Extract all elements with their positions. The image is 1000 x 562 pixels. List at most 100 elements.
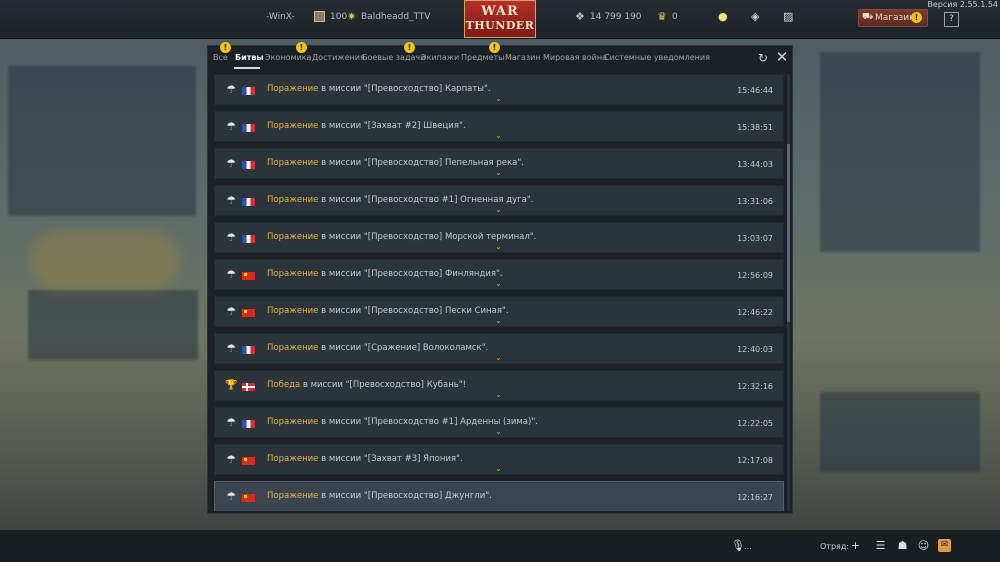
battle-result: Поражение <box>267 232 319 242</box>
chevron-down-icon[interactable]: ⌄ <box>495 95 502 103</box>
parachute-icon: ☂ <box>226 342 236 355</box>
mission-name: в миссии "[Захват #3] Япония". <box>318 454 463 464</box>
tab-battle-tasks-warning-icon: ! <box>404 42 415 53</box>
tab-items[interactable]: Предметы <box>461 53 504 62</box>
notification-time: 12:17:08 <box>737 456 773 465</box>
notification-row[interactable]: 🏆 Победа в миссии "[Превосходство] Кубань… <box>214 370 784 401</box>
background-right-panel <box>820 52 980 252</box>
mission-name: в миссии "[Превосходство #1] Арденны (зи… <box>318 417 538 427</box>
chat-icon[interactable]: ☺ <box>917 539 930 552</box>
country-flag-fr-icon <box>242 346 255 354</box>
avatar[interactable] <box>314 11 325 22</box>
tab-shop[interactable]: Магазин <box>505 53 541 62</box>
microphone-icon[interactable]: 🎙 <box>731 539 745 552</box>
notification-time: 12:32:16 <box>737 382 773 391</box>
notification-text: Поражение в миссии "[Сражение] Волоколам… <box>267 343 488 353</box>
battle-result: Поражение <box>267 454 319 464</box>
battle-result: Поражение <box>267 306 319 316</box>
coupon-icon[interactable]: ▨ <box>783 10 793 23</box>
trophy-icon: 🏆 <box>225 380 238 391</box>
contacts-icon[interactable]: ☗ <box>896 539 909 552</box>
notification-row[interactable]: ☂ Поражение в миссии "[Превосходство] Джу… <box>214 481 784 511</box>
notification-text: Поражение в миссии "[Превосходство] Морс… <box>267 232 536 242</box>
tab-system-notifications[interactable]: Системные уведомления <box>604 53 710 62</box>
notification-time: 15:38:51 <box>737 123 773 132</box>
notification-row[interactable]: ☂ Поражение в миссии "[Превосходство] Кар… <box>214 74 784 105</box>
country-flag-fr-icon <box>242 87 255 95</box>
notification-row[interactable]: ☂ Поражение в миссии "[Превосходство] Мор… <box>214 222 784 253</box>
tab-economy[interactable]: Экономика <box>265 53 311 62</box>
scrollbar[interactable] <box>787 74 790 511</box>
notification-text: Победа в миссии "[Превосходство] Кубань"… <box>267 380 466 390</box>
notification-text: Поражение в миссии "[Превосходство] Карп… <box>267 84 491 94</box>
chevron-down-icon[interactable]: ⌄ <box>495 206 502 214</box>
parachute-icon: ☂ <box>226 120 236 133</box>
war-thunder-logo[interactable]: WAR THUNDER <box>464 0 536 38</box>
notification-text: Поражение в миссии "[Превосходство] Песк… <box>267 306 509 316</box>
country-flag-fr-icon <box>242 235 255 243</box>
lightbulb-icon[interactable]: ● <box>718 10 728 23</box>
notification-time: 12:40:03 <box>737 345 773 354</box>
chevron-down-icon[interactable]: ⌄ <box>495 317 502 325</box>
battle-result: Поражение <box>267 491 319 501</box>
top-bar: -WinX- 100 ✷ Baldheadd_TTV WAR THUNDER ❖… <box>0 0 1000 39</box>
shop-label: Магазин <box>875 13 916 23</box>
chevron-down-icon[interactable]: ⌄ <box>495 354 502 362</box>
logo-line-1: WAR <box>481 4 519 19</box>
squad-label: Отряд: <box>820 542 850 551</box>
player-name[interactable]: Baldheadd_TTV <box>361 12 431 22</box>
chevron-down-icon[interactable]: ⌄ <box>495 243 502 251</box>
mission-name: в миссии "[Превосходство] Карпаты". <box>318 84 491 94</box>
tab-world-war[interactable]: Мировая война <box>543 53 607 62</box>
silver-lions-balance[interactable]: 14 799 190 <box>590 12 642 22</box>
tab-battles[interactable]: Битвы <box>235 53 264 62</box>
help-button[interactable]: ? <box>944 12 959 27</box>
mission-name: в миссии "[Превосходство] Джунгли". <box>318 491 492 501</box>
notification-row[interactable]: ☂ Поражение в миссии "[Захват #2] Швеция"… <box>214 111 784 142</box>
notification-row[interactable]: ☂ Поражение в миссии "[Превосходство #1] … <box>214 185 784 216</box>
notification-row[interactable]: ☂ Поражение в миссии "[Превосходство] Пес… <box>214 296 784 327</box>
chevron-down-icon[interactable]: ⌄ <box>495 428 502 436</box>
tab-achievements[interactable]: Достижения <box>312 53 365 62</box>
player-left[interactable]: -WinX- <box>266 12 295 22</box>
notification-row[interactable]: ☂ Поражение в миссии "[Превосходство] Пеп… <box>214 148 784 179</box>
bottom-bar: 🎙 ... Отряд: + ☰ ☗ ☺ ✉ <box>0 530 1000 562</box>
country-flag-cn-icon <box>242 272 255 280</box>
close-icon[interactable]: ✕ <box>775 50 789 65</box>
parachute-icon: ☂ <box>226 453 236 466</box>
parachute-icon: ☂ <box>226 83 236 96</box>
trophy-box-icon[interactable]: ◈ <box>751 10 759 23</box>
country-flag-fr-icon <box>242 420 255 428</box>
notification-row[interactable]: ☂ Поражение в миссии "[Превосходство] Фин… <box>214 259 784 290</box>
chevron-down-icon[interactable]: ⌄ <box>495 280 502 288</box>
refresh-icon[interactable]: ↻ <box>756 51 770 65</box>
mission-name: в миссии "[Захват #2] Швеция". <box>318 121 466 131</box>
chevron-down-icon[interactable]: ⌄ <box>495 391 502 399</box>
voice-chat-label[interactable]: ... <box>744 542 752 551</box>
parachute-icon: ☂ <box>226 231 236 244</box>
mission-name: в миссии "[Сражение] Волоколамск". <box>318 343 489 353</box>
notification-row[interactable]: ☂ Поражение в миссии "[Превосходство #1] … <box>214 407 784 438</box>
golden-eagles-balance[interactable]: 0 <box>672 12 678 22</box>
notification-time: 12:56:09 <box>737 271 773 280</box>
chevron-down-icon[interactable]: ⌄ <box>495 465 502 473</box>
golden-eagles-icon: ♛ <box>657 10 667 23</box>
notification-text: Поражение в миссии "[Превосходство] Пепе… <box>267 158 524 168</box>
notification-row[interactable]: ☂ Поражение в миссии "[Сражение] Волокола… <box>214 333 784 364</box>
battle-result: Поражение <box>267 343 319 353</box>
silver-lions-icon: ❖ <box>575 10 585 23</box>
tab-all[interactable]: Все <box>213 53 228 62</box>
parachute-icon: ☂ <box>226 305 236 318</box>
battle-notifications-list: ☂ Поражение в миссии "[Превосходство] Кар… <box>214 74 784 511</box>
battle-result: Поражение <box>267 84 319 94</box>
add-squad-member-icon[interactable]: + <box>849 539 862 552</box>
mail-icon[interactable]: ✉ <box>938 539 951 552</box>
notification-text: Поражение в миссии "[Захват #2] Швеция". <box>267 121 466 131</box>
list-icon[interactable]: ☰ <box>874 539 887 552</box>
chevron-down-icon[interactable]: ⌄ <box>495 132 502 140</box>
chevron-down-icon[interactable]: ⌄ <box>495 169 502 177</box>
notification-row[interactable]: ☂ Поражение в миссии "[Захват #3] Япония"… <box>214 444 784 475</box>
scrollbar-thumb[interactable] <box>787 144 790 322</box>
tab-crews[interactable]: Экипажи <box>421 53 459 62</box>
tab-battle-tasks[interactable]: Боевые задачи <box>362 53 425 62</box>
